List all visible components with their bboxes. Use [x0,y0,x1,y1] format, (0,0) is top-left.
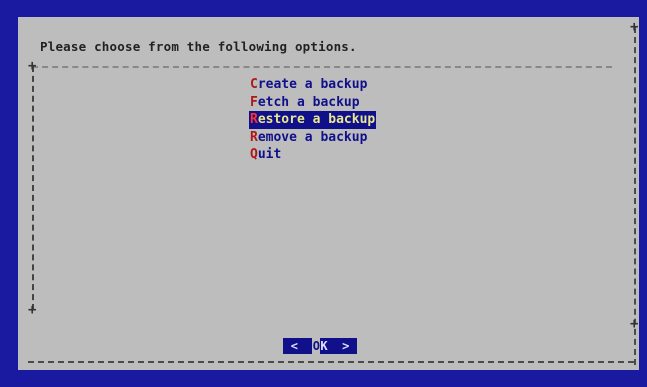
dialog-title: Please choose from the following options… [40,39,357,54]
menu-item-label: reate a backup [257,77,368,92]
ok-button[interactable]: < OK > [283,338,357,354]
frame-corner-top-right: + [630,19,639,35]
menu-list: Create a backup Fetch a backup Restore a… [249,76,377,164]
dialog-frame-right [634,27,637,365]
list-box-left-border [32,66,35,310]
menu-item-label: emove a backup [257,129,368,145]
menu-item-hotkey: F [250,94,258,110]
dialog-frame-bottom [28,361,634,364]
menu-item-hotkey: C [250,77,258,92]
frame-corner-right-mid: + [630,316,639,332]
menu-item-fetch-backup[interactable]: Fetch a backup [249,94,376,112]
menu-item-hotkey: R [250,129,258,145]
menu-item-hotkey: Q [250,147,258,162]
ok-left-bracket: < [290,339,298,353]
menu-item-label: uit [257,147,282,162]
list-box-corner-top-left: + [28,58,37,74]
list-box-corner-bottom-left: + [28,302,37,318]
menu-item-label: estore a backup [257,112,376,127]
ok-label: K [320,339,328,353]
list-box-top-border [32,66,612,69]
menu-item-quit[interactable]: Quit [249,146,376,164]
menu-item-label: etch a backup [257,94,360,110]
ok-right-bracket: > [342,339,350,353]
menu-item-hotkey: R [250,112,258,127]
menu-item-remove-backup[interactable]: Remove a backup [249,129,376,147]
menu-item-create-backup[interactable]: Create a backup [249,76,376,94]
menu-item-restore-backup[interactable]: Restore a backup [249,111,377,129]
dialog-box: Please choose from the following options… [18,17,639,370]
